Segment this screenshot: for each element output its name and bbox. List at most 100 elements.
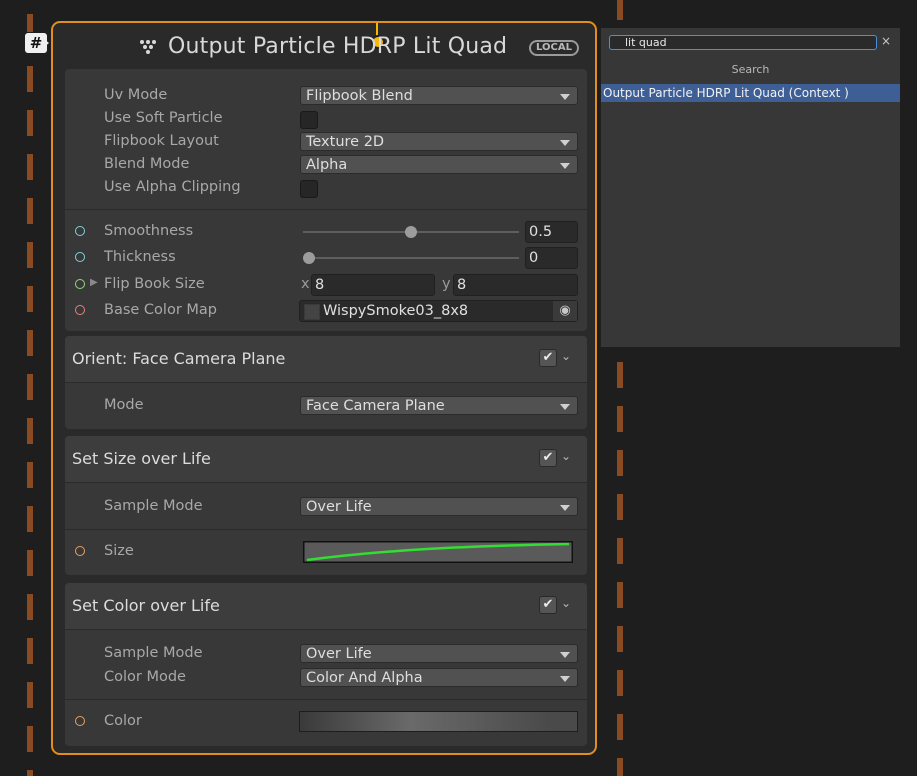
texture-thumbnail xyxy=(304,304,320,320)
block-set-size-over-life[interactable]: Set Size over Life ✔ ⌄ Sample Mode Over … xyxy=(65,436,587,575)
separator xyxy=(65,699,587,700)
smoothness-input-port[interactable] xyxy=(75,226,85,236)
flow-edge-left xyxy=(27,66,33,776)
setting-uv-mode: Uv Mode Flipbook Blend xyxy=(65,85,587,107)
context-settings-panel: Uv Mode Flipbook Blend Use Soft Particle… xyxy=(65,69,587,331)
use-soft-particle-checkbox[interactable] xyxy=(300,111,318,129)
property-base-color-map: Base Color Map WispySmoke03_8x8 ◉ xyxy=(65,300,587,322)
color-block-header[interactable]: Set Color over Life ✔ ⌄ xyxy=(65,583,587,630)
blend-mode-dropdown[interactable]: Alpha xyxy=(300,155,578,174)
orient-mode-value: Face Camera Plane xyxy=(306,398,445,414)
uv-mode-value: Flipbook Blend xyxy=(306,88,413,104)
space-local-badge[interactable]: LOCAL xyxy=(529,40,579,56)
flipbook-layout-dropdown[interactable]: Texture 2D xyxy=(300,132,578,151)
thickness-label: Thickness xyxy=(104,249,176,265)
setting-blend-mode: Blend Mode Alpha xyxy=(65,154,587,176)
size-sample-mode-row: Sample Mode Over Life xyxy=(65,496,587,518)
smoothness-label: Smoothness xyxy=(104,223,194,239)
dropdown-arrow-icon xyxy=(560,676,570,682)
setting-use-alpha-clipping: Use Alpha Clipping xyxy=(65,177,587,199)
thickness-input-port[interactable] xyxy=(75,252,85,262)
blend-mode-value: Alpha xyxy=(306,157,348,173)
color-sample-mode-dropdown[interactable]: Over Life xyxy=(300,644,578,663)
dropdown-arrow-icon xyxy=(560,505,570,511)
dropdown-arrow-icon xyxy=(560,163,570,169)
block-orient[interactable]: Orient: Face Camera Plane ✔ ⌄ Mode Face … xyxy=(65,336,587,429)
search-input[interactable] xyxy=(609,35,877,50)
separator xyxy=(65,209,587,210)
chevron-down-icon[interactable]: ⌄ xyxy=(561,349,571,363)
color-input-port[interactable] xyxy=(75,716,85,726)
setting-flipbook-layout: Flipbook Layout Texture 2D xyxy=(65,131,587,153)
thickness-slider[interactable] xyxy=(303,257,519,259)
particle-output-icon xyxy=(140,40,156,54)
chevron-down-icon[interactable]: ⌄ xyxy=(561,596,571,610)
size-curve-row: Size xyxy=(65,541,587,563)
flip-book-y-axis-label: y xyxy=(442,276,451,292)
smoothness-field[interactable]: 0.5 xyxy=(525,221,578,243)
size-sample-mode-dropdown[interactable]: Over Life xyxy=(300,497,578,516)
use-soft-particle-label: Use Soft Particle xyxy=(104,110,223,126)
orient-block-title: Orient: Face Camera Plane xyxy=(72,349,286,368)
output-context-node[interactable]: Output Particle HDRP Lit Quad LOCAL Uv M… xyxy=(51,21,597,755)
color-gradient-field[interactable] xyxy=(299,711,578,732)
color-mode-dropdown[interactable]: Color And Alpha xyxy=(300,668,578,687)
dropdown-arrow-icon xyxy=(560,404,570,410)
search-result-item[interactable]: Output Particle HDRP Lit Quad (Context ) xyxy=(601,84,900,102)
property-thickness: Thickness 0 xyxy=(65,247,587,269)
color-enable-checkbox[interactable]: ✔ xyxy=(539,596,557,614)
thickness-field[interactable]: 0 xyxy=(525,247,578,269)
size-label: Size xyxy=(104,543,134,559)
flow-edge-right-top xyxy=(617,0,623,20)
use-alpha-clipping-checkbox[interactable] xyxy=(300,180,318,198)
flip-book-size-x-field[interactable]: 8 xyxy=(311,274,435,296)
size-block-header[interactable]: Set Size over Life ✔ ⌄ xyxy=(65,436,587,483)
blend-mode-label: Blend Mode xyxy=(104,156,190,172)
color-block-title: Set Color over Life xyxy=(72,596,220,615)
uv-mode-label: Uv Mode xyxy=(104,87,168,103)
size-sample-mode-value: Over Life xyxy=(306,499,372,515)
color-mode-label: Color Mode xyxy=(104,669,186,685)
node-search-window[interactable]: × Search Output Particle HDRP Lit Quad (… xyxy=(600,27,901,348)
flipbook-layout-label: Flipbook Layout xyxy=(104,133,219,149)
flip-book-size-y-field[interactable]: 8 xyxy=(453,274,578,296)
dropdown-arrow-icon xyxy=(560,652,570,658)
orient-enable-checkbox[interactable]: ✔ xyxy=(539,349,557,367)
search-heading: Search xyxy=(731,63,770,76)
color-mode-value: Color And Alpha xyxy=(306,670,423,686)
color-gradient-row: Color xyxy=(65,711,587,733)
base-color-map-label: Base Color Map xyxy=(104,302,217,318)
separator xyxy=(65,529,587,530)
context-header[interactable]: Output Particle HDRP Lit Quad LOCAL xyxy=(53,29,595,65)
chevron-down-icon[interactable]: ⌄ xyxy=(561,449,571,463)
color-mode-row: Color Mode Color And Alpha xyxy=(65,667,587,689)
use-alpha-clipping-label: Use Alpha Clipping xyxy=(104,179,241,195)
property-smoothness: Smoothness 0.5 xyxy=(65,221,587,243)
orient-mode-label: Mode xyxy=(104,397,144,413)
expand-arrow-icon[interactable]: ▶ xyxy=(90,277,98,288)
dropdown-arrow-icon xyxy=(560,140,570,146)
setting-use-soft-particle: Use Soft Particle xyxy=(65,108,587,130)
smoothness-slider-thumb[interactable] xyxy=(405,226,417,238)
uv-mode-dropdown[interactable]: Flipbook Blend xyxy=(300,86,578,105)
system-badge: # xyxy=(25,33,49,53)
context-title: Output Particle HDRP Lit Quad xyxy=(168,34,508,59)
block-set-color-over-life[interactable]: Set Color over Life ✔ ⌄ Sample Mode Over… xyxy=(65,583,587,746)
flow-edge-right xyxy=(617,362,623,776)
size-input-port[interactable] xyxy=(75,546,85,556)
color-sample-mode-value: Over Life xyxy=(306,646,372,662)
object-picker-icon[interactable]: ◉ xyxy=(553,301,577,321)
thickness-slider-thumb[interactable] xyxy=(303,252,315,264)
color-sample-mode-row: Sample Mode Over Life xyxy=(65,643,587,665)
size-enable-checkbox[interactable]: ✔ xyxy=(539,449,557,467)
base-color-map-input-port[interactable] xyxy=(75,305,85,315)
orient-mode-dropdown[interactable]: Face Camera Plane xyxy=(300,396,578,415)
orient-block-header[interactable]: Orient: Face Camera Plane ✔ ⌄ xyxy=(65,336,587,383)
color-label: Color xyxy=(104,713,142,729)
clear-search-icon[interactable]: × xyxy=(881,34,891,48)
flip-book-x-axis-label: x xyxy=(301,276,310,292)
base-color-map-field[interactable]: WispySmoke03_8x8 ◉ xyxy=(299,300,578,322)
size-curve-field[interactable] xyxy=(303,541,573,563)
color-sample-mode-label: Sample Mode xyxy=(104,645,203,661)
flip-book-size-input-port[interactable] xyxy=(75,279,85,289)
